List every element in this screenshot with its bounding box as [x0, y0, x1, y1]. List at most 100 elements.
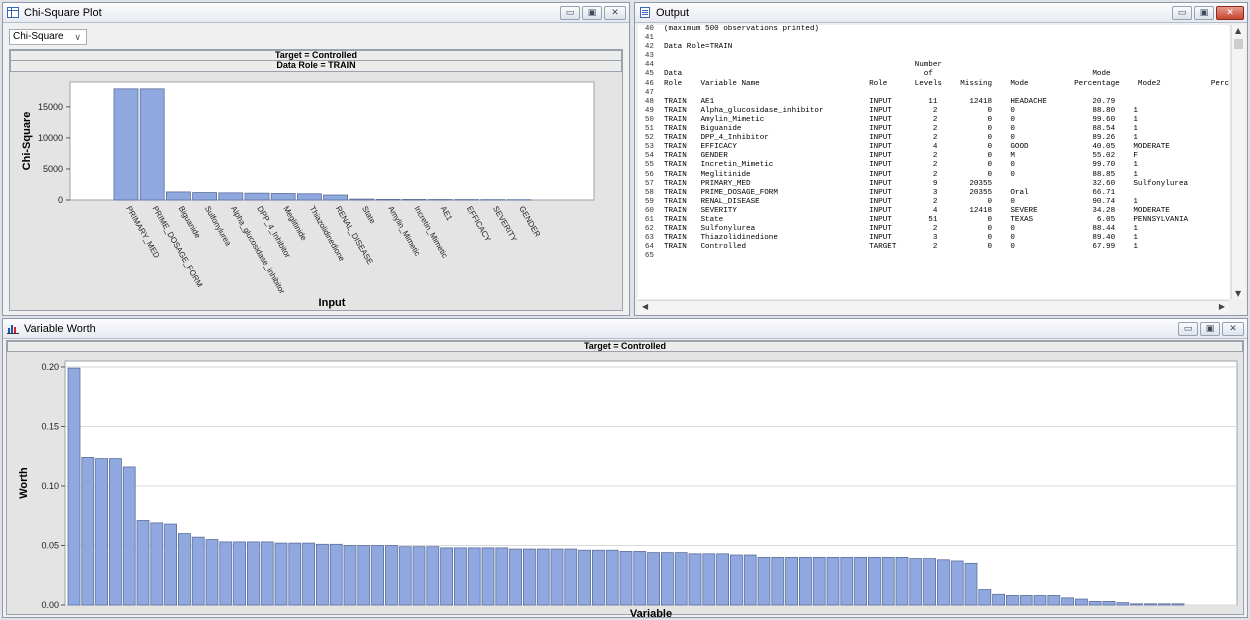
- line-number: 40: [644, 25, 654, 33]
- line-number: 56: [644, 170, 654, 179]
- line-number: 61: [644, 215, 654, 224]
- worth-bar: [536, 548, 550, 606]
- worth-bar: [219, 541, 233, 606]
- close-button[interactable]: ✕: [1216, 5, 1244, 20]
- table-icon: [7, 7, 19, 18]
- close-button[interactable]: ✕: [1222, 321, 1244, 336]
- chi-square-chart: 050001000015000Chi-SquarePRIMARY_MEDPRIM…: [21, 81, 595, 309]
- scroll-up-icon[interactable]: ▲: [1235, 26, 1241, 35]
- line-number: 55: [644, 161, 654, 170]
- worth-bar: [136, 520, 150, 606]
- minimize-button[interactable]: ▭: [560, 5, 580, 20]
- output-line: 56 TRAIN Meglitinide INPUT 2 0 0 88.85 1 …: [638, 171, 1229, 180]
- scroll-right-icon[interactable]: ▶: [1219, 302, 1225, 311]
- output-line: 60 TRAIN SEVERITY INPUT 4 12418 SEVERE 34…: [638, 207, 1229, 216]
- output-line: 65: [638, 252, 1229, 261]
- horizontal-scrollbar[interactable]: ◀ ▶: [638, 300, 1229, 313]
- worth-bar: [826, 556, 840, 606]
- worth-bar: [578, 549, 591, 606]
- worth-bar: [647, 552, 660, 606]
- maximize-button[interactable]: ▣: [1194, 5, 1214, 20]
- output-titlebar[interactable]: Output ▭ ▣ ✕: [635, 3, 1247, 23]
- line-number: 65: [644, 252, 654, 261]
- x-axis-label: Variable: [630, 608, 672, 617]
- scroll-down-icon[interactable]: ▼: [1235, 289, 1241, 298]
- worth-bar: [550, 548, 564, 606]
- minimize-button[interactable]: ▭: [1178, 321, 1198, 336]
- worth-bar: [619, 551, 633, 606]
- line-text: TRAIN DPP_4_Inhibitor INPUT 2 0 0 89.26 …: [664, 134, 1229, 143]
- line-number: 63: [644, 234, 654, 243]
- output-line: 57 TRAIN PRIMARY_MED INPUT 9 20355 32.60 …: [638, 180, 1229, 189]
- x-tick-label: Alpha_glucosidase_inhibitor: [229, 205, 287, 296]
- vertical-scrollbar[interactable]: ▲ ▼: [1231, 25, 1245, 299]
- line-text: TRAIN RENAL_DISEASE INPUT 2 0 0 90.74 1 …: [664, 197, 1229, 206]
- bar-chart-icon: [7, 323, 19, 334]
- worth-bar: [743, 554, 757, 606]
- worth-bar: [812, 556, 826, 606]
- worth-bar: [205, 539, 219, 606]
- worth-bar: [661, 552, 674, 606]
- line-number: 42: [644, 43, 654, 52]
- worth-bar: [688, 553, 702, 606]
- worth-bar: [1033, 595, 1047, 606]
- statistic-dropdown[interactable]: Chi-Square ∨: [9, 29, 87, 45]
- line-number: 45: [644, 70, 654, 79]
- variable-worth-window: Variable Worth ▭ ▣ ✕ Target = Controlled…: [2, 318, 1248, 618]
- output-line: 42 Data Role=TRAIN: [638, 43, 1229, 52]
- worth-bar: [1144, 603, 1157, 606]
- scroll-left-icon[interactable]: ◀: [642, 302, 648, 311]
- worth-bar: [909, 558, 923, 606]
- output-line: 62 TRAIN Sulfonylurea INPUT 2 0 0 88.44 1…: [638, 225, 1229, 234]
- chi-bar: [244, 192, 270, 201]
- scroll-thumb[interactable]: [1234, 39, 1243, 49]
- worth-bar: [716, 553, 729, 606]
- worth-target-header: Target = Controlled: [7, 341, 1243, 352]
- chi-bar: [192, 192, 218, 201]
- y-tick-label: 0: [58, 195, 63, 205]
- variable-worth-titlebar[interactable]: Variable Worth ▭ ▣ ✕: [3, 319, 1247, 339]
- x-tick-label: AE1: [439, 205, 455, 223]
- line-text: TRAIN State INPUT 51 0 TEXAS 6.05 PENNSY…: [664, 215, 1229, 224]
- maximize-button[interactable]: ▣: [582, 5, 602, 20]
- chi-bar: [165, 191, 191, 201]
- y-tick-label: 0.00: [41, 600, 59, 610]
- worth-bar: [895, 556, 909, 606]
- output-line: 47: [638, 89, 1229, 98]
- worth-plot-area: Target = Controlled 0.00 0.05 0.10 0.15 0.20…: [6, 340, 1244, 617]
- output-line: 49 TRAIN Alpha_glucosidase_inhibitor INPU…: [638, 107, 1229, 116]
- worth-bar: [1075, 598, 1088, 606]
- chi-square-titlebar[interactable]: Chi-Square Plot ▭ ▣ ✕: [3, 3, 629, 23]
- worth-bar: [1157, 603, 1171, 606]
- worth-bar: [302, 542, 316, 606]
- worth-bar: [785, 556, 798, 606]
- maximize-button[interactable]: ▣: [1200, 321, 1220, 336]
- worth-bar: [1047, 595, 1061, 606]
- chi-bar: [218, 192, 244, 201]
- output-line: 50 TRAIN Amylin_Mimetic INPUT 2 0 0 99.60…: [638, 116, 1229, 125]
- minimize-button[interactable]: ▭: [1172, 5, 1192, 20]
- output-line: 58 TRAIN PRIME_DOSAGE_FORM INPUT 3 20355 …: [638, 189, 1229, 198]
- worth-bar: [592, 549, 605, 606]
- worth-bar: [730, 554, 743, 606]
- worth-bar: [150, 522, 164, 606]
- line-number: 52: [644, 134, 654, 143]
- worth-bar: [122, 466, 136, 606]
- line-text: TRAIN GENDER INPUT 2 0 M 55.02 F 44.98: [664, 152, 1229, 161]
- line-text: TRAIN PRIME_DOSAGE_FORM INPUT 3 20355 Or…: [664, 188, 1229, 197]
- worth-bar: [412, 546, 426, 606]
- line-number: 48: [644, 97, 654, 106]
- y-tick-label: 10000: [38, 133, 63, 143]
- output-line: 53 TRAIN EFFICACY INPUT 4 0 GOOD 40.05 MO…: [638, 143, 1229, 152]
- line-number: 44: [644, 61, 654, 70]
- line-text: TRAIN Amylin_Mimetic INPUT 2 0 0 99.60 1…: [664, 115, 1229, 124]
- y-tick-label: 5000: [43, 164, 63, 174]
- chi-bar: [113, 88, 139, 201]
- output-text-area[interactable]: 40 (maximum 500 observations printed) 41 42…: [638, 25, 1229, 299]
- close-button[interactable]: ✕: [604, 5, 626, 20]
- line-text: TRAIN Controlled TARGET 2 0 0 67.99 1 32…: [664, 243, 1229, 252]
- chi-square-window-title: Chi-Square Plot: [24, 6, 102, 19]
- line-number: 59: [644, 197, 654, 206]
- line-number: 51: [644, 125, 654, 134]
- worth-bar: [523, 548, 536, 606]
